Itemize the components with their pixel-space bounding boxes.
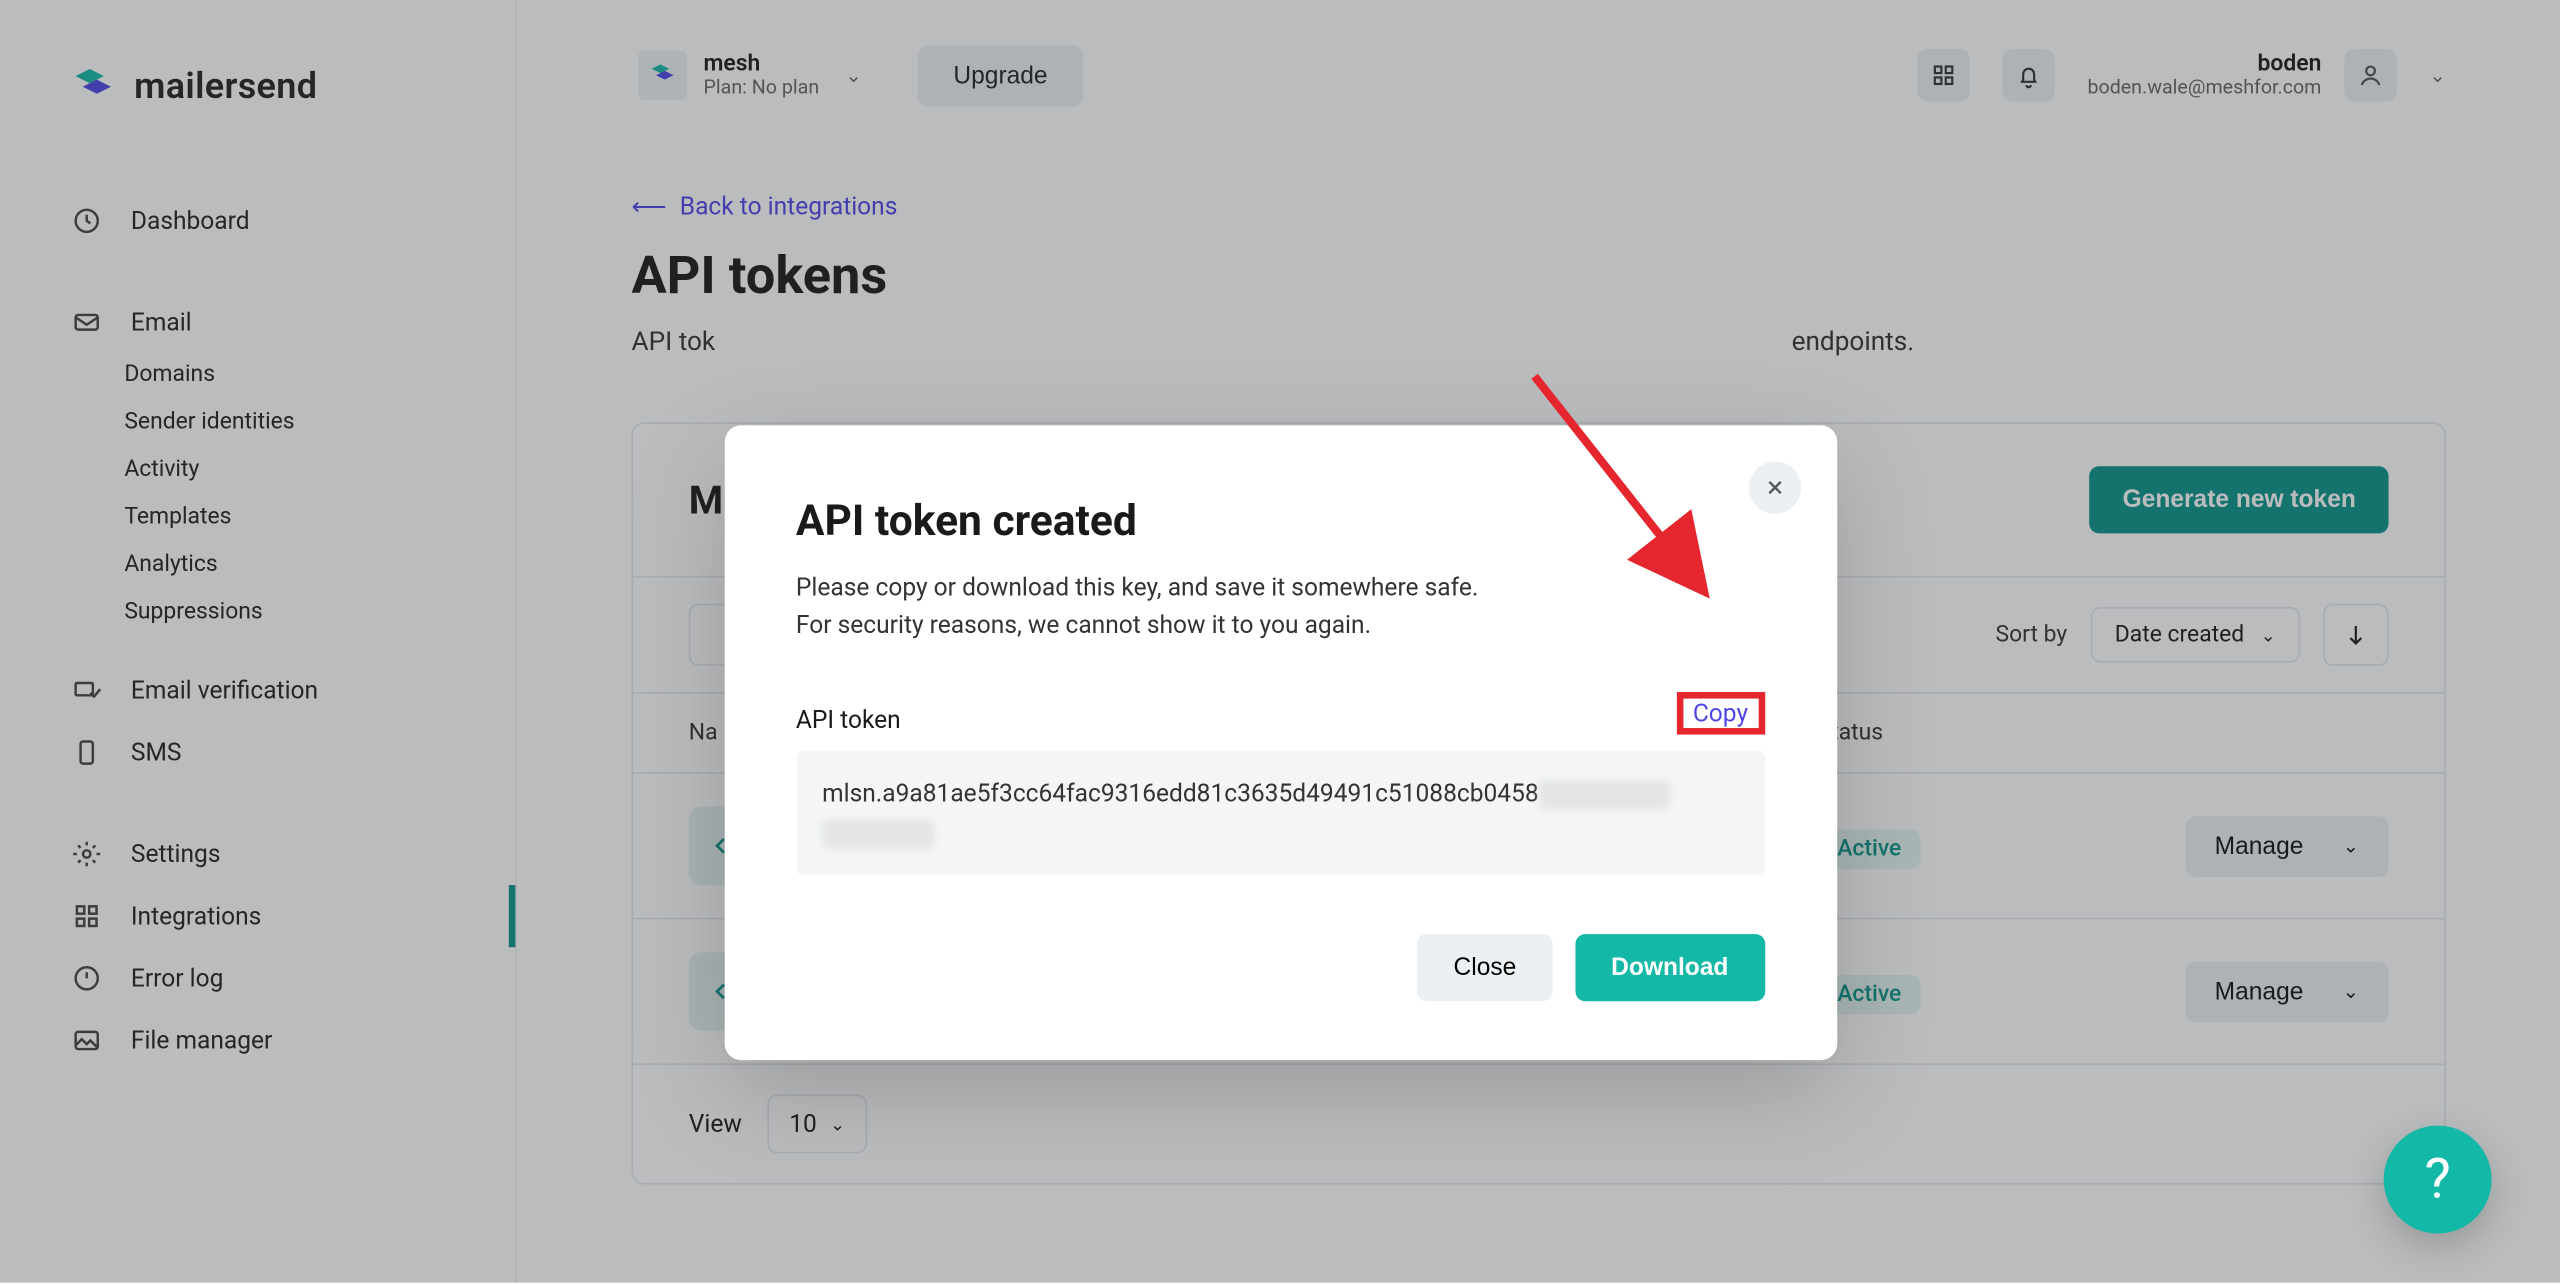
modal-title: API token created bbox=[796, 497, 1765, 546]
token-redacted bbox=[822, 820, 933, 849]
token-value[interactable]: mlsn.a9a81ae5f3cc64fac9316edd81c3635d494… bbox=[796, 751, 1765, 875]
download-button[interactable]: Download bbox=[1575, 934, 1764, 1001]
api-token-created-modal: API token created Please copy or downloa… bbox=[724, 425, 1836, 1060]
help-fab[interactable]: ? bbox=[2384, 1126, 2492, 1234]
token-field-label: API token bbox=[796, 705, 901, 734]
close-icon-button[interactable] bbox=[1748, 461, 1800, 513]
copy-button[interactable]: Copy bbox=[1676, 692, 1764, 735]
close-button[interactable]: Close bbox=[1418, 934, 1553, 1001]
modal-description: Please copy or download this key, and sa… bbox=[796, 569, 1765, 643]
help-icon: ? bbox=[2424, 1147, 2450, 1212]
token-visible-part: mlsn.a9a81ae5f3cc64fac9316edd81c3635d494… bbox=[822, 779, 1539, 808]
token-redacted bbox=[1539, 780, 1670, 809]
